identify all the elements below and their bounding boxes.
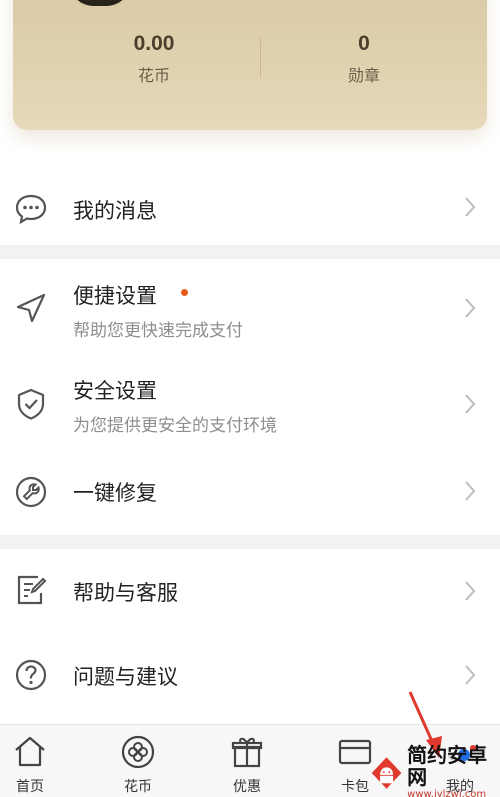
flower-coin-value: 0.00 <box>133 32 175 55</box>
wrench-circle-icon <box>15 476 47 508</box>
security-settings-title: 安全设置 <box>73 379 157 403</box>
chevron-right-icon <box>465 298 476 318</box>
messages-section: 我的消息 <box>0 175 500 245</box>
one-click-repair-row[interactable]: 一键修复 <box>0 455 500 535</box>
shield-check-icon <box>17 388 45 420</box>
nav-flower-coin[interactable]: 花币 <box>98 725 178 797</box>
nav-flower-coin-label: 花币 <box>124 779 152 795</box>
messages-title: 我的消息 <box>73 199 157 223</box>
android-logo-icon <box>371 756 402 789</box>
security-settings-subtitle: 为您提供更安全的支付环境 <box>73 416 277 436</box>
chevron-right-icon <box>465 665 476 685</box>
nav-discount[interactable]: 优惠 <box>207 725 287 797</box>
medal-value: 0 <box>358 32 370 55</box>
chevron-right-icon <box>465 481 476 501</box>
home-icon <box>15 736 45 767</box>
watermark-title: 简约安卓网 <box>407 744 488 789</box>
help-service-title: 帮助与客服 <box>73 581 178 605</box>
flower-coin-stat[interactable]: 0.00 花币 <box>54 32 254 86</box>
messages-row[interactable]: 我的消息 <box>0 175 500 245</box>
send-arrow-icon <box>16 293 46 323</box>
chevron-right-icon <box>465 197 476 217</box>
flower-coin-label: 花币 <box>137 66 170 85</box>
quick-settings-title: 便捷设置 <box>73 284 157 308</box>
quick-settings-row[interactable]: 便捷设置 帮助您更快速完成支付 <box>0 259 500 357</box>
medal-label: 勋章 <box>347 66 380 85</box>
avatar[interactable] <box>68 0 132 6</box>
chevron-right-icon <box>465 394 476 414</box>
nav-home-label: 首页 <box>16 779 44 795</box>
notification-dot <box>181 289 188 296</box>
settings-section: 便捷设置 帮助您更快速完成支付 安全设置 为您提供更安全的支付环境 一键修复 <box>0 259 500 535</box>
nav-discount-label: 优惠 <box>233 779 261 795</box>
flower-coin-icon <box>121 735 155 769</box>
quick-settings-subtitle: 帮助您更快速完成支付 <box>73 321 243 341</box>
security-settings-row[interactable]: 安全设置 为您提供更安全的支付环境 <box>0 357 500 455</box>
feedback-title: 问题与建议 <box>73 665 178 689</box>
account-header: 0.00 花币 0 勋章 <box>0 0 500 175</box>
chat-bubble-icon <box>15 194 47 225</box>
medal-stat[interactable]: 0 勋章 <box>264 32 464 86</box>
account-card: 0.00 花币 0 勋章 <box>13 0 487 130</box>
chevron-right-icon <box>465 581 476 601</box>
question-circle-icon <box>15 659 47 691</box>
stat-divider <box>260 38 261 78</box>
gift-icon <box>231 737 263 768</box>
nav-home[interactable]: 首页 <box>0 725 70 797</box>
watermark-url: www.jylzwj.com <box>407 788 487 797</box>
one-click-repair-title: 一键修复 <box>73 481 157 505</box>
help-service-row[interactable]: 帮助与客服 <box>0 549 500 633</box>
watermark: 简约安卓网 www.jylzwj.com <box>368 744 500 797</box>
edit-document-icon <box>17 575 47 605</box>
